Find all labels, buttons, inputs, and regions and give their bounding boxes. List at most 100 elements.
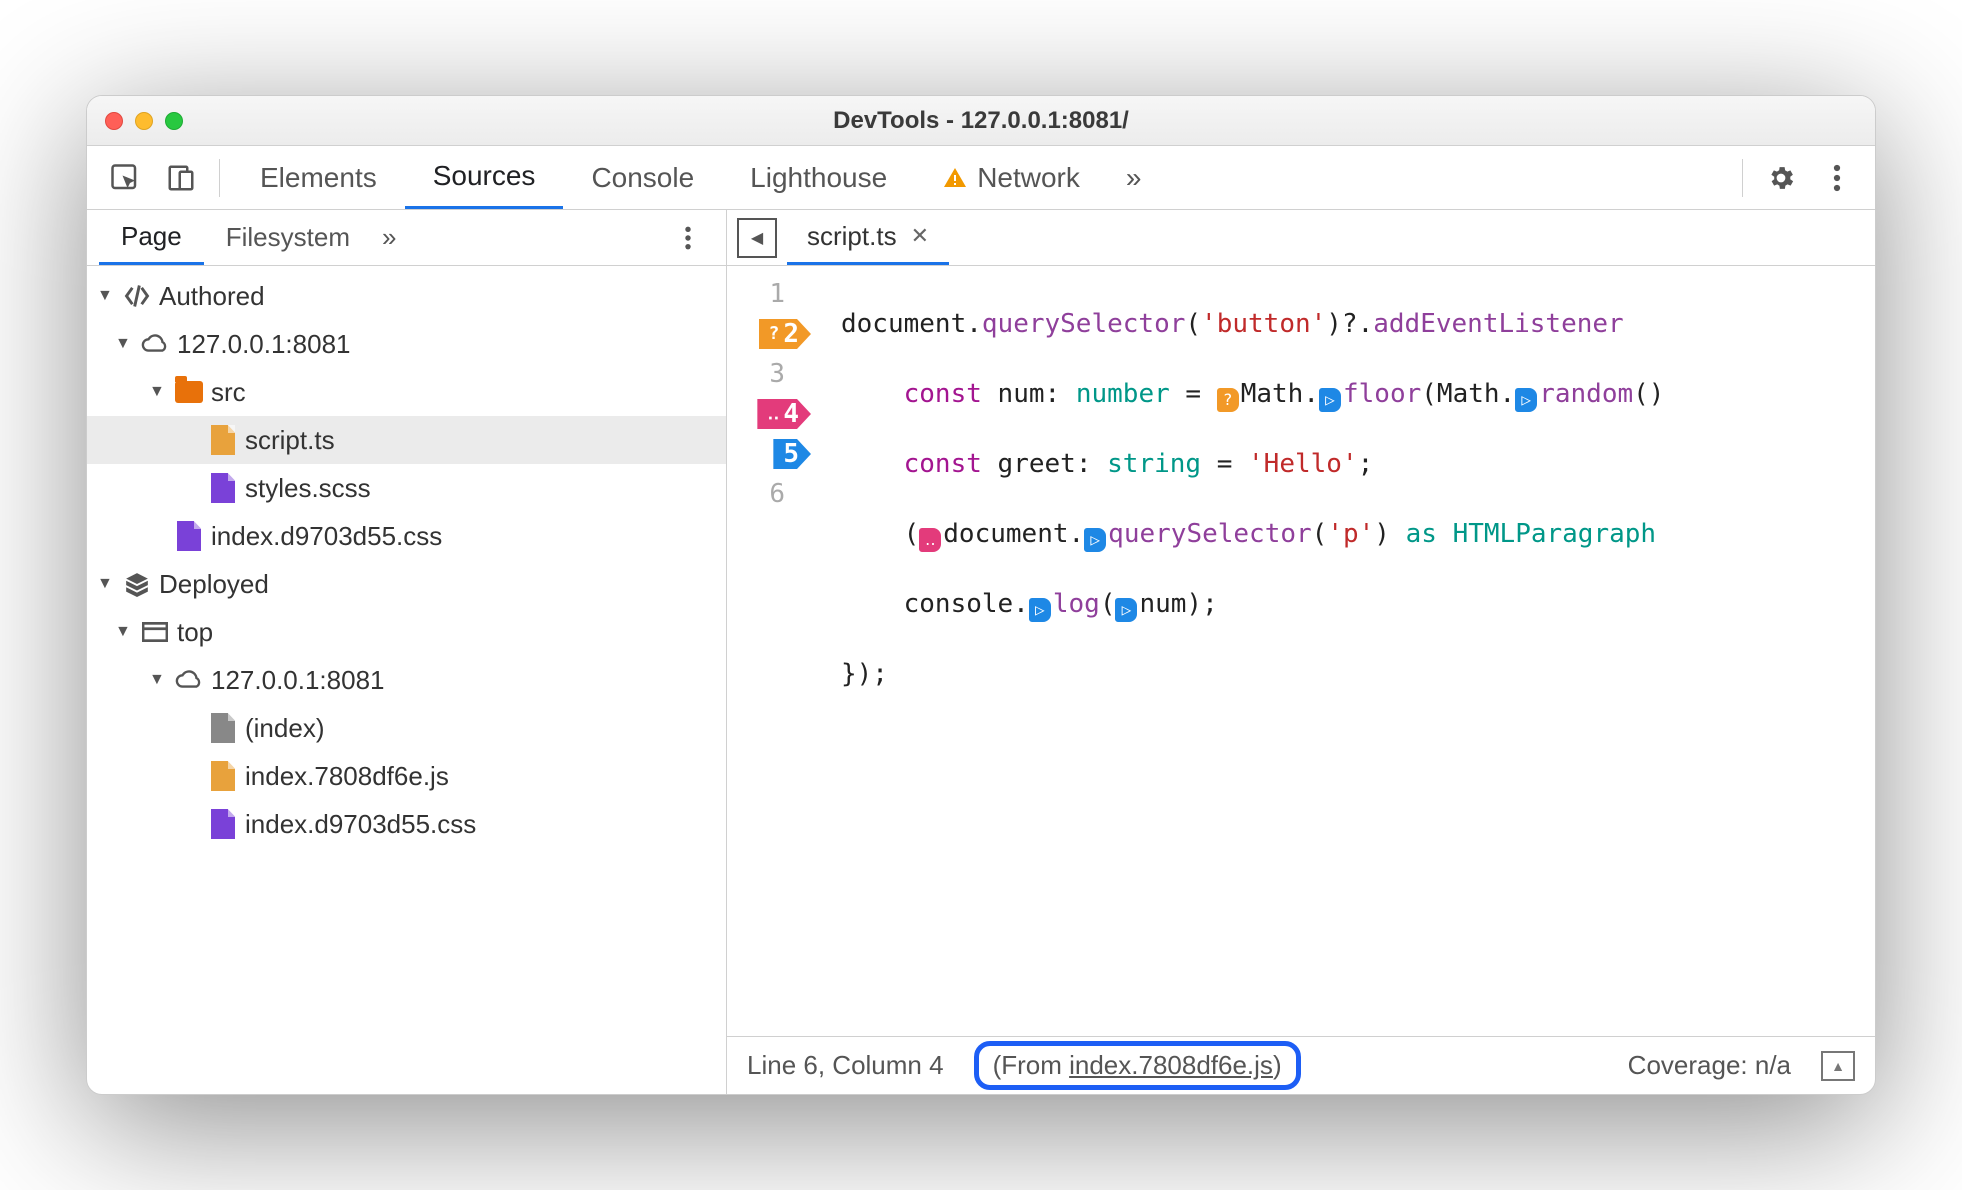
close-icon[interactable]: ✕ xyxy=(911,223,929,249)
inline-step-icon: ▷ xyxy=(1084,528,1106,552)
tab-label: Elements xyxy=(260,162,377,194)
inline-logpoint-icon: ‥ xyxy=(919,528,941,552)
tree-label: Deployed xyxy=(159,569,269,600)
tree-label: 127.0.0.1:8081 xyxy=(211,665,385,696)
tree-label: src xyxy=(211,377,246,408)
line-number[interactable]: 3 xyxy=(727,354,811,394)
tab-label: Sources xyxy=(433,160,536,192)
titlebar: DevTools - 127.0.0.1:8081/ xyxy=(87,96,1875,146)
sourcemap-origin[interactable]: (From index.7808df6e.js) xyxy=(974,1041,1301,1090)
tree-file-indexcss-dep[interactable]: index.d9703d55.css xyxy=(87,800,726,848)
tab-label: Filesystem xyxy=(226,222,350,253)
tabs-overflow-button[interactable]: » xyxy=(1108,146,1160,209)
gear-icon xyxy=(1766,163,1796,193)
devtools-window: DevTools - 127.0.0.1:8081/ Elements Sour… xyxy=(86,95,1876,1095)
file-icon xyxy=(209,473,237,503)
disclosure-icon: ▼ xyxy=(149,383,167,401)
deployed-icon xyxy=(123,571,151,597)
tab-sources[interactable]: Sources xyxy=(405,146,564,209)
cloud-icon xyxy=(141,334,169,354)
tree-label: styles.scss xyxy=(245,473,371,504)
sidebar-tabs: Page Filesystem » xyxy=(87,210,726,266)
line-number[interactable]: 1 xyxy=(727,274,811,314)
tree-frame-top[interactable]: ▼ top xyxy=(87,608,726,656)
kebab-icon xyxy=(1833,163,1841,193)
inspect-element-icon[interactable] xyxy=(99,152,151,204)
settings-button[interactable] xyxy=(1755,152,1807,204)
tree-label: (index) xyxy=(245,713,324,744)
chevrons-icon: » xyxy=(382,222,396,252)
file-icon xyxy=(209,809,237,839)
sidebar-tabs-overflow[interactable]: » xyxy=(382,222,396,253)
frame-icon xyxy=(141,622,169,642)
tree-label: index.d9703d55.css xyxy=(245,809,476,840)
sidebar-tab-page[interactable]: Page xyxy=(99,210,204,265)
main-toolbar: Elements Sources Console Lighthouse Netw… xyxy=(87,146,1875,210)
tab-elements[interactable]: Elements xyxy=(232,146,405,209)
file-icon xyxy=(209,761,237,791)
line-number[interactable]: ?2 xyxy=(727,314,811,354)
navigator-toggle-button[interactable]: ◀ xyxy=(737,218,777,258)
inline-step-icon: ▷ xyxy=(1029,598,1051,622)
sidebar-more-button[interactable] xyxy=(662,212,714,264)
code-content[interactable]: document.querySelector('button')?.addEve… xyxy=(811,266,1664,1036)
folder-icon xyxy=(175,381,203,403)
panel-body: Page Filesystem » ▼ Authored ▼ 127.0.0.1… xyxy=(87,210,1875,1094)
tab-label: Network xyxy=(977,162,1080,194)
tab-console[interactable]: Console xyxy=(563,146,722,209)
logpoint-marker[interactable]: ‥4 xyxy=(757,399,811,429)
more-menu-button[interactable] xyxy=(1811,152,1863,204)
question-icon: ? xyxy=(769,314,780,354)
show-drawer-button[interactable] xyxy=(1821,1051,1855,1081)
tree-origin[interactable]: ▼ 127.0.0.1:8081 xyxy=(87,320,726,368)
tree-group-authored[interactable]: ▼ Authored xyxy=(87,272,726,320)
tree-file-index[interactable]: (index) xyxy=(87,704,726,752)
tree-origin[interactable]: ▼ 127.0.0.1:8081 xyxy=(87,656,726,704)
code-editor[interactable]: 1 ?2 3 ‥4 5 6 document.querySelector('bu… xyxy=(727,266,1875,1036)
tree-label: index.d9703d55.css xyxy=(211,521,442,552)
inline-bp-icon: ? xyxy=(1217,388,1239,412)
cursor-position: Line 6, Column 4 xyxy=(747,1050,944,1081)
code-icon xyxy=(123,285,151,307)
disclosure-icon: ▼ xyxy=(115,623,133,641)
disclosure-icon: ▼ xyxy=(115,335,133,353)
tree-group-deployed[interactable]: ▼ Deployed xyxy=(87,560,726,608)
tab-label: Lighthouse xyxy=(750,162,887,194)
editor-tabs: ◀ script.ts ✕ xyxy=(727,210,1875,266)
chevrons-icon: » xyxy=(1126,162,1142,194)
line-number[interactable]: 6 xyxy=(727,474,811,514)
tree-file-styles-scss[interactable]: styles.scss xyxy=(87,464,726,512)
file-tree: ▼ Authored ▼ 127.0.0.1:8081 ▼ src xyxy=(87,266,726,854)
triangle-left-icon: ◀ xyxy=(751,228,763,248)
tree-folder-src[interactable]: ▼ src xyxy=(87,368,726,416)
device-toolbar-icon[interactable] xyxy=(155,152,207,204)
sidebar-tab-filesystem[interactable]: Filesystem xyxy=(204,210,372,265)
conditional-breakpoint-marker[interactable]: ?2 xyxy=(759,319,812,349)
tab-label: Console xyxy=(591,162,694,194)
disclosure-icon: ▼ xyxy=(149,671,167,689)
panel-tabs: Elements Sources Console Lighthouse Netw… xyxy=(232,146,1159,209)
tab-network[interactable]: Network xyxy=(915,146,1108,209)
line-gutter[interactable]: 1 ?2 3 ‥4 5 6 xyxy=(727,266,811,1036)
breakpoint-marker[interactable]: 5 xyxy=(773,439,811,469)
line-number[interactable]: 5 xyxy=(727,434,811,474)
coverage-status: Coverage: n/a xyxy=(1628,1050,1791,1081)
sourcemap-link[interactable]: index.7808df6e.js xyxy=(1069,1050,1273,1080)
tree-file-indexcss[interactable]: index.d9703d55.css xyxy=(87,512,726,560)
tree-label: Authored xyxy=(159,281,265,312)
file-icon xyxy=(209,425,237,455)
line-number[interactable]: ‥4 xyxy=(727,394,811,434)
disclosure-icon: ▼ xyxy=(97,287,115,305)
tree-file-indexjs[interactable]: index.7808df6e.js xyxy=(87,752,726,800)
kebab-icon xyxy=(684,225,692,251)
file-icon xyxy=(209,713,237,743)
from-suffix: ) xyxy=(1273,1050,1282,1080)
from-prefix: (From xyxy=(993,1050,1070,1080)
sources-sidebar: Page Filesystem » ▼ Authored ▼ 127.0.0.1… xyxy=(87,210,727,1094)
inline-step-icon: ▷ xyxy=(1515,388,1537,412)
inline-step-icon: ▷ xyxy=(1115,598,1137,622)
editor-file-tab[interactable]: script.ts ✕ xyxy=(787,210,949,265)
file-icon xyxy=(175,521,203,551)
tree-file-script-ts[interactable]: script.ts xyxy=(87,416,726,464)
tab-lighthouse[interactable]: Lighthouse xyxy=(722,146,915,209)
